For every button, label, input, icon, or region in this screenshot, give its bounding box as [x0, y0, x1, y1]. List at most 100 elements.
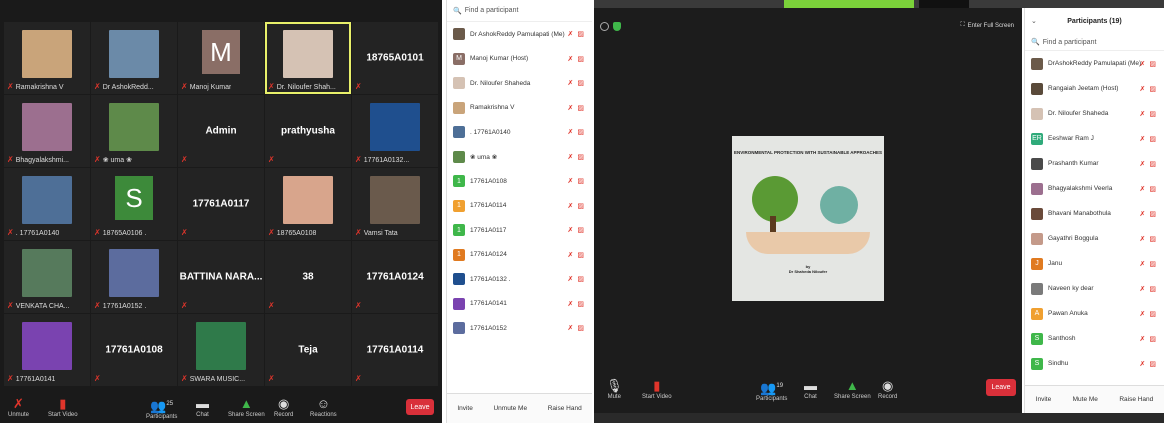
participant-row[interactable]: DrAshokReddy Pamulapati (Me) ✗ ▨: [1025, 51, 1164, 76]
participant-display-name: 17761A0117: [192, 198, 250, 210]
mic-muted-icon: ✗: [7, 82, 14, 91]
video-off-icon: ▨: [577, 153, 584, 161]
mic-muted-icon: ✗: [268, 301, 275, 310]
participant-row[interactable]: Prashanth Kumar ✗ ▨: [1025, 151, 1164, 176]
video-tile[interactable]: ✗ Ramakrishna V: [4, 22, 90, 94]
participant-row[interactable]: Ramakrishna V ✗ ▨: [447, 96, 592, 121]
chat-button[interactable]: ▬ Chat: [196, 397, 209, 419]
video-tile[interactable]: ✗. 17761A0140: [4, 168, 90, 240]
participant-row[interactable]: Dr. Niloufer Shaheda ✗ ▨: [1025, 101, 1164, 126]
record-button[interactable]: ◉ Record: [878, 379, 897, 401]
invite-button[interactable]: Invite: [457, 405, 473, 412]
participants-button[interactable]: 👥19 Participants: [756, 379, 787, 403]
mic-muted-icon: ✗: [1139, 285, 1146, 293]
video-tile[interactable]: 18765A0101 ✗: [352, 22, 438, 94]
start-video-button[interactable]: ▮ Start Video: [642, 379, 672, 401]
chat-icon: ▬: [804, 378, 817, 393]
participant-video: [22, 249, 72, 297]
participants-button[interactable]: 👥25 Participants: [146, 397, 177, 421]
participant-row[interactable]: Rangaiah Jeetam (Host) ✗ ▨: [1025, 76, 1164, 101]
video-tile[interactable]: ✗ 17761A0152 .: [91, 241, 177, 313]
avatar: [1031, 107, 1043, 120]
participant-row[interactable]: 1 17761A0108 ✗ ▨: [447, 169, 592, 194]
unmute-me-button[interactable]: Unmute Me: [493, 405, 527, 412]
raise-hand-button[interactable]: Raise Hand: [548, 405, 582, 412]
video-tile[interactable]: 17761A0117 ✗: [178, 168, 264, 240]
video-tile[interactable]: Admin ✗: [178, 95, 264, 167]
participant-row[interactable]: Dr AshokReddy Pamulapati (Me) ✗ ▨: [447, 22, 592, 47]
participant-row[interactable]: . 17761A0140 ✗ ▨: [447, 120, 592, 145]
avatar: [1031, 57, 1043, 70]
video-tile[interactable]: 17761A0114 ✗: [352, 314, 438, 386]
video-tile[interactable]: prathyusha ✗: [265, 95, 351, 167]
tile-name-label: ✗ Manoj Kumar: [181, 82, 231, 91]
participant-row[interactable]: A Pawan Anuka ✗ ▨: [1025, 301, 1164, 326]
security-shield-icon[interactable]: [613, 22, 621, 31]
video-tile[interactable]: 17761A0108 ✗: [91, 314, 177, 386]
video-tile[interactable]: ✗ SWARA MUSIC...: [178, 314, 264, 386]
mic-muted-icon: ✗: [94, 301, 101, 310]
video-off-icon: ▨: [577, 227, 584, 235]
participant-row[interactable]: 1 17761A0117 ✗ ▨: [447, 218, 592, 243]
leave-button[interactable]: Leave: [986, 379, 1016, 396]
mute-me-button[interactable]: Mute Me: [1073, 396, 1098, 403]
participant-search[interactable]: 🔍 Find a participant: [447, 0, 592, 22]
video-tile[interactable]: 38 ✗: [265, 241, 351, 313]
slide-title: ENVIRONMENTAL PROTECTION WITH SUSTAINABL…: [733, 150, 883, 155]
video-tile[interactable]: ✗ ❀ uma ❀: [91, 95, 177, 167]
video-tile[interactable]: BATTINA NARA... ✗: [178, 241, 264, 313]
chat-button[interactable]: ▬ Chat: [804, 378, 817, 401]
video-tile[interactable]: Teja ✗: [265, 314, 351, 386]
participant-row[interactable]: Naveen ky dear ✗ ▨: [1025, 276, 1164, 301]
participant-row[interactable]: Bhagyalakshmi Veerla ✗ ▨: [1025, 176, 1164, 201]
reactions-button[interactable]: ☺ Reactions: [310, 397, 337, 419]
participant-row[interactable]: 17761A0132 . ✗ ▨: [447, 267, 592, 292]
video-tile[interactable]: ✗ 17761A0141: [4, 314, 90, 386]
participant-row[interactable]: Gayathri Boggula ✗ ▨: [1025, 226, 1164, 251]
participant-search[interactable]: 🔍 Find a participant: [1025, 34, 1164, 51]
participant-row[interactable]: ❀ uma ❀ ✗ ▨: [447, 145, 592, 170]
participant-row[interactable]: M Manoj Kumar (Host) ✗ ▨: [447, 47, 592, 72]
video-tile[interactable]: ✗ 18765A0108: [265, 168, 351, 240]
participant-row[interactable]: 1 17761A0124 ✗ ▨: [447, 243, 592, 268]
start-video-button[interactable]: ▮ Start Video: [48, 397, 78, 419]
participant-row[interactable]: Bhavani Manabothula ✗ ▨: [1025, 201, 1164, 226]
mute-button[interactable]: 🎙 Mute: [606, 379, 623, 401]
record-button[interactable]: ◉ Record: [274, 397, 293, 419]
chevron-down-icon[interactable]: ⌄: [1031, 17, 1037, 25]
participant-status-icons: ✗ ▨: [568, 30, 585, 38]
share-screen-button[interactable]: ▲ Share Screen: [228, 397, 265, 419]
video-tile[interactable]: ✗ Dr. Niloufer Shah...: [265, 22, 351, 94]
video-tile[interactable]: ✗ 17761A0132...: [352, 95, 438, 167]
invite-button[interactable]: Invite: [1036, 396, 1052, 403]
enter-full-screen-button[interactable]: ⛶ Enter Full Screen: [960, 22, 1014, 29]
participant-row[interactable]: 1 17761A0114 ✗ ▨: [447, 194, 592, 219]
participant-row[interactable]: 17761A0141 ✗ ▨: [447, 292, 592, 317]
participant-row[interactable]: Dr. Niloufer Shaheda ✗ ▨: [447, 71, 592, 96]
participant-row[interactable]: J Janu ✗ ▨: [1025, 251, 1164, 276]
video-off-icon: ▨: [577, 251, 584, 259]
video-tile[interactable]: ✗ Vamsi Tata: [352, 168, 438, 240]
meeting-toolbar-right: 🎙 Mute ▮ Start Video 👥19 Participants ▬ …: [594, 375, 1022, 403]
participant-row[interactable]: S Sindhu ✗ ▨: [1025, 351, 1164, 376]
participant-status-icons: ✗ ▨: [568, 79, 585, 87]
video-tile[interactable]: ✗ Dr AshokRedd...: [91, 22, 177, 94]
share-screen-button[interactable]: ▲ Share Screen: [834, 379, 871, 401]
video-off-icon: ▨: [1149, 135, 1156, 143]
leave-button[interactable]: Leave: [406, 399, 434, 415]
raise-hand-button[interactable]: Raise Hand: [1119, 396, 1153, 403]
participant-row[interactable]: S Santhosh ✗ ▨: [1025, 326, 1164, 351]
avatar: [453, 77, 465, 90]
video-tile[interactable]: ✗ Bhagyalakshmi...: [4, 95, 90, 167]
video-tile[interactable]: 17761A0124 ✗: [352, 241, 438, 313]
tile-name-label: ✗ VENKATA CHA...: [7, 301, 70, 310]
avatar: [453, 28, 465, 41]
video-tile[interactable]: S ✗ 18765A0106 .: [91, 168, 177, 240]
video-tile[interactable]: M ✗ Manoj Kumar: [178, 22, 264, 94]
info-icon[interactable]: [600, 22, 609, 31]
video-tile[interactable]: ✗ VENKATA CHA...: [4, 241, 90, 313]
unmute-button[interactable]: ✗ Unmute: [8, 397, 29, 419]
tile-name-label: ✗: [355, 82, 364, 91]
participant-row[interactable]: ER Eeshwar Ram J ✗ ▨: [1025, 126, 1164, 151]
participant-row[interactable]: 17761A0152 ✗ ▨: [447, 316, 592, 341]
